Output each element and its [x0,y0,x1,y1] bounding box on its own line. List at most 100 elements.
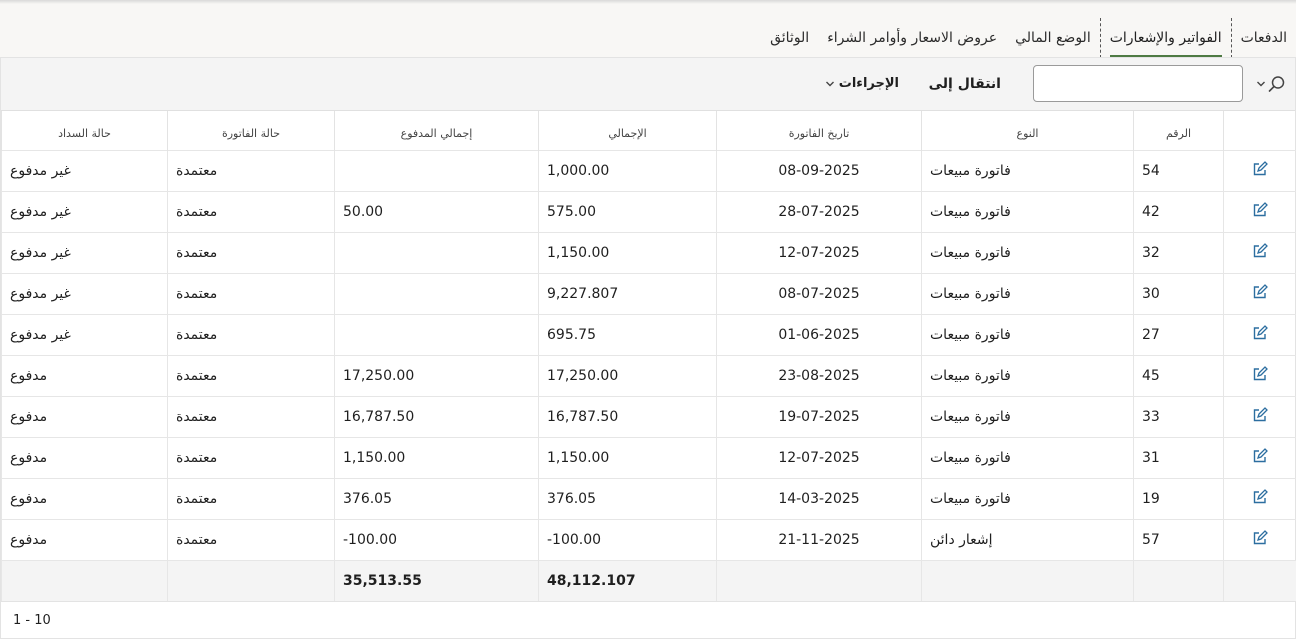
edit-icon[interactable] [1245,283,1275,300]
cell-invoice-status: معتمدة [167,477,335,519]
cell-invoice-status: معتمدة [167,313,335,355]
edit-cell [1223,149,1296,191]
cell-paid: -100.00 [334,518,539,560]
edit-icon[interactable] [1245,447,1275,464]
totals-empty-cell [167,559,335,601]
cell-date: 01-06-2025 [716,313,922,355]
edit-icon[interactable] [1245,365,1275,382]
cell-number: 30 [1133,272,1224,314]
cell-date: 08-09-2025 [716,149,922,191]
tab-payments[interactable]: الدفعات [1232,18,1296,58]
cell-date: 08-07-2025 [716,272,922,314]
totals-empty-cell [921,559,1134,601]
cell-paid: 1,150.00 [334,436,539,478]
cell-invoice-status: معتمدة [167,436,335,478]
edit-cell [1223,313,1296,355]
totals-empty-cell [716,559,922,601]
table-row: 57 إشعار دائن 21-11-2025 -100.00 -100.00… [1,518,1296,560]
actions-dropdown[interactable]: الإجراءات [825,76,899,91]
cell-type: فاتورة مبيعات [921,149,1134,191]
cell-payment-status: غير مدفوع [1,313,168,355]
cell-invoice-status: معتمدة [167,518,335,560]
table-row: 31 فاتورة مبيعات 12-07-2025 1,150.00 1,1… [1,436,1296,478]
search-input[interactable] [1033,65,1243,102]
edit-cell [1223,231,1296,273]
edit-icon[interactable] [1245,529,1275,546]
cell-paid: 50.00 [334,190,539,232]
pagination-range: 1 - 10 [13,613,51,628]
column-header-paid[interactable]: إجمالي المدفوع [334,111,539,150]
tab-invoices[interactable]: الفواتير والإشعارات [1099,18,1232,58]
invoices-table: الرقم النوع تاريخ الفاتورة الإجمالي إجما… [1,111,1296,601]
column-header-date[interactable]: تاريخ الفاتورة [716,111,922,150]
cell-total: 16,787.50 [538,395,717,437]
cell-type: فاتورة مبيعات [921,190,1134,232]
top-shadow [0,0,1296,4]
search-icon [1268,75,1285,92]
tab-bar: الدفعات الفواتير والإشعارات الوضع المالي… [761,18,1296,58]
cell-type: فاتورة مبيعات [921,395,1134,437]
cell-paid [334,272,539,314]
cell-invoice-status: معتمدة [167,395,335,437]
edit-icon[interactable] [1245,242,1275,259]
tab-documents[interactable]: الوثائق [761,18,818,58]
edit-icon[interactable] [1245,201,1275,218]
column-header-number[interactable]: الرقم [1133,111,1224,150]
edit-icon[interactable] [1245,160,1275,177]
actions-label: الإجراءات [838,76,899,91]
search-menu-button[interactable] [1251,66,1291,102]
table-row: 27 فاتورة مبيعات 01-06-2025 695.75 معتمد… [1,313,1296,355]
cell-number: 45 [1133,354,1224,396]
cell-invoice-status: معتمدة [167,231,335,273]
cell-payment-status: مدفوع [1,518,168,560]
cell-total: 17,250.00 [538,354,717,396]
edit-cell [1223,190,1296,232]
cell-total: 1,150.00 [538,436,717,478]
column-header-payment-status[interactable]: حالة السداد [1,111,168,150]
cell-payment-status: مدفوع [1,436,168,478]
tab-financial-status[interactable]: الوضع المالي [1006,18,1100,58]
edit-cell [1223,436,1296,478]
cell-date: 12-07-2025 [716,436,922,478]
table-row: 54 فاتورة مبيعات 08-09-2025 1,000.00 معت… [1,149,1296,191]
table-row: 45 فاتورة مبيعات 23-08-2025 17,250.00 17… [1,354,1296,396]
cell-type: فاتورة مبيعات [921,477,1134,519]
cell-payment-status: مدفوع [1,354,168,396]
column-header-invoice-status[interactable]: حالة الفاتورة [167,111,335,150]
cell-paid [334,231,539,273]
cell-total: 9,227.807 [538,272,717,314]
edit-icon[interactable] [1245,488,1275,505]
edit-cell [1223,477,1296,519]
totals-empty-cell [1223,559,1296,601]
table-row: 30 فاتورة مبيعات 08-07-2025 9,227.807 مع… [1,272,1296,314]
edit-cell [1223,395,1296,437]
cell-type: فاتورة مبيعات [921,354,1134,396]
cell-payment-status: مدفوع [1,395,168,437]
table-header-row: الرقم النوع تاريخ الفاتورة الإجمالي إجما… [1,111,1296,150]
search-group [1033,65,1291,102]
cell-payment-status: غير مدفوع [1,149,168,191]
goto-button[interactable]: انتقال إلى [929,76,1001,92]
totals-empty-cell [1,559,168,601]
cell-number: 27 [1133,313,1224,355]
cell-paid: 16,787.50 [334,395,539,437]
cell-total: 1,150.00 [538,231,717,273]
edit-cell [1223,354,1296,396]
cell-payment-status: غير مدفوع [1,231,168,273]
edit-icon[interactable] [1245,324,1275,341]
cell-payment-status: غير مدفوع [1,190,168,232]
cell-type: فاتورة مبيعات [921,231,1134,273]
column-header-total[interactable]: الإجمالي [538,111,717,150]
table-row: 32 فاتورة مبيعات 12-07-2025 1,150.00 معت… [1,231,1296,273]
cell-total: 376.05 [538,477,717,519]
cell-payment-status: غير مدفوع [1,272,168,314]
cell-number: 42 [1133,190,1224,232]
tab-quotes-orders[interactable]: عروض الاسعار وأوامر الشراء [818,18,1006,58]
cell-invoice-status: معتمدة [167,149,335,191]
cell-type: فاتورة مبيعات [921,313,1134,355]
cell-number: 19 [1133,477,1224,519]
column-header-type[interactable]: النوع [921,111,1134,150]
cell-date: 14-03-2025 [716,477,922,519]
cell-total: -100.00 [538,518,717,560]
edit-icon[interactable] [1245,406,1275,423]
